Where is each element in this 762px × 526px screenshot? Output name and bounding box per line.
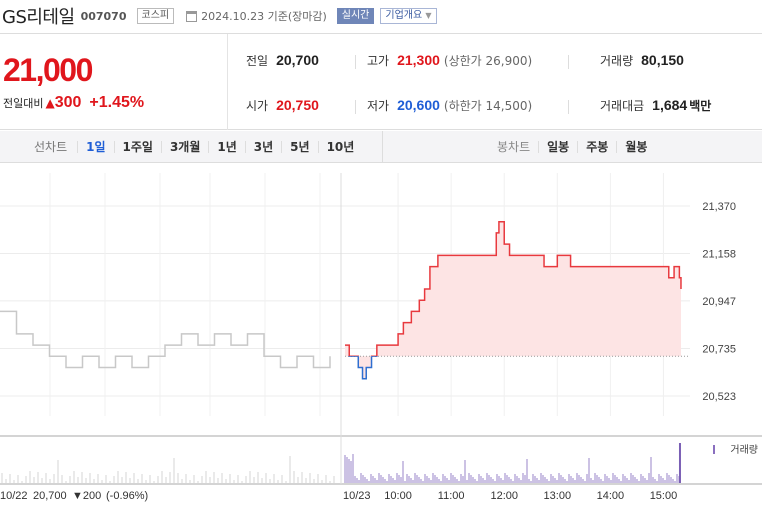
company-info-label: 기업개요 xyxy=(385,10,423,21)
line-chart-label: 선차트 xyxy=(34,140,68,154)
y-tick-label: 20,735 xyxy=(702,343,736,355)
period-10y[interactable]: 10년 xyxy=(317,140,363,153)
period-1w[interactable]: 1주일 xyxy=(113,140,161,153)
company-info-button[interactable]: 기업개요 ▼ xyxy=(380,8,437,24)
x-tick-label: 14:00 xyxy=(597,490,625,502)
change-value: 300 xyxy=(54,94,82,111)
prev-close-label: 20,700 xyxy=(33,490,67,502)
upper-limit: (상한가 26,900) xyxy=(443,54,533,68)
stock-header: GS리테일 007070 코스피 2024.10.23 기준(장마감) 실시간 … xyxy=(0,0,762,32)
low-value: 20,600 xyxy=(397,97,440,113)
today-area-fill xyxy=(345,221,681,379)
today-date-label: 10/23 xyxy=(343,490,371,502)
candle-chart-periods: 봉차트 일봉 주봉 월봉 xyxy=(497,131,655,162)
y-tick-label: 21,158 xyxy=(702,249,736,261)
period-3y[interactable]: 3년 xyxy=(244,140,281,153)
prev-day-summary: 10/22 20,700 ▼200 (-0.96%) xyxy=(0,490,148,502)
amount-label: 거래대금 xyxy=(600,99,645,113)
period-1d[interactable]: 1일 xyxy=(77,140,113,153)
divider xyxy=(568,100,569,114)
x-tick-label: 15:00 xyxy=(650,490,678,502)
change-percent: +1.45% xyxy=(89,94,145,111)
trade-amount: 거래대금 1,684 백만 xyxy=(600,97,711,114)
y-tick-label: 20,947 xyxy=(702,296,736,308)
y-axis: 21,370 21,158 20,947 20,735 20,523 xyxy=(702,201,736,403)
stock-name[interactable]: GS리테일 xyxy=(2,3,75,29)
x-axis: 10/22 20,700 ▼200 (-0.96%) 10/23 10:00 11:00 12… xyxy=(0,490,677,502)
divider xyxy=(355,55,356,69)
current-price: 21,000 xyxy=(3,52,93,88)
x-tick-label: 13:00 xyxy=(544,490,572,502)
period-3m[interactable]: 3개월 xyxy=(160,140,208,153)
prev-date-label: 10/22 xyxy=(0,490,28,502)
x-tick-label: 12:00 xyxy=(490,490,518,502)
realtime-button[interactable]: 실시간 xyxy=(336,8,375,24)
lower-limit: (하한가 14,500) xyxy=(443,99,533,113)
change-label: 전일대비 xyxy=(3,97,44,110)
prev-change-label: ▼200 xyxy=(72,490,101,502)
low-label: 저가 xyxy=(367,99,390,113)
open-label: 시가 xyxy=(246,99,269,113)
as-of-date: 2024.10.23 기준(장마감) xyxy=(201,10,327,23)
prev-change-pct-label: (-0.96%) xyxy=(106,490,148,502)
prev-close: 전일 20,700 xyxy=(246,52,319,69)
period-1y[interactable]: 1년 xyxy=(208,140,244,153)
day-high: 고가 21,300 (상한가 26,900) xyxy=(367,52,532,69)
volume-legend-marker xyxy=(713,445,715,454)
amount-value: 1,684 xyxy=(652,97,688,113)
line-chart-periods: 선차트 1일 1주일 3개월 1년 3년 5년 10년 xyxy=(0,131,383,162)
volume-label: 거래량 xyxy=(600,54,634,68)
open-value: 20,750 xyxy=(276,97,319,113)
price-change: 전일대비 ▲ 300 +1.45% xyxy=(3,94,144,112)
divider xyxy=(355,100,356,114)
stock-code: 007070 xyxy=(80,9,127,23)
volume-axis-label: 거래량 xyxy=(730,444,758,456)
volume-value: 80,150 xyxy=(641,52,684,68)
prev-close-value: 20,700 xyxy=(276,52,319,68)
open-price: 시가 20,750 xyxy=(246,97,319,114)
divider xyxy=(568,55,569,69)
y-tick-label: 20,523 xyxy=(702,391,736,403)
high-value: 21,300 xyxy=(397,52,440,68)
price-chart[interactable]: 21,370 21,158 20,947 20,735 20,523 거래량 10/22… xyxy=(0,163,762,526)
candle-chart-label: 봉차트 xyxy=(497,140,531,154)
market-badge: 코스피 xyxy=(136,8,175,24)
up-arrow-icon: ▲ xyxy=(45,96,55,110)
amount-unit: 백만 xyxy=(689,99,712,113)
y-tick-label: 21,370 xyxy=(702,201,736,213)
x-tick-label: 11:00 xyxy=(438,490,465,502)
period-5y[interactable]: 5년 xyxy=(281,140,317,153)
high-label: 고가 xyxy=(367,54,390,68)
prev-close-label: 전일 xyxy=(246,54,269,68)
chart-period-bar: 선차트 1일 1주일 3개월 1년 3년 5년 10년 봉차트 일봉 주봉 월봉 xyxy=(0,131,762,163)
candle-weekly[interactable]: 주봉 xyxy=(577,140,616,153)
candle-monthly[interactable]: 월봉 xyxy=(616,140,655,153)
candle-daily[interactable]: 일봉 xyxy=(538,140,577,153)
quote-panel: 21,000 전일대비 ▲ 300 +1.45% 전일 20,700 고가 21… xyxy=(0,33,762,130)
day-low: 저가 20,600 (하한가 14,500) xyxy=(367,97,532,114)
volume: 거래량 80,150 xyxy=(600,52,684,69)
calendar-icon xyxy=(186,10,198,22)
chevron-down-icon: ▼ xyxy=(425,11,432,20)
current-price-box: 21,000 전일대비 ▲ 300 +1.45% xyxy=(0,34,228,130)
x-tick-label: 10:00 xyxy=(384,490,412,502)
